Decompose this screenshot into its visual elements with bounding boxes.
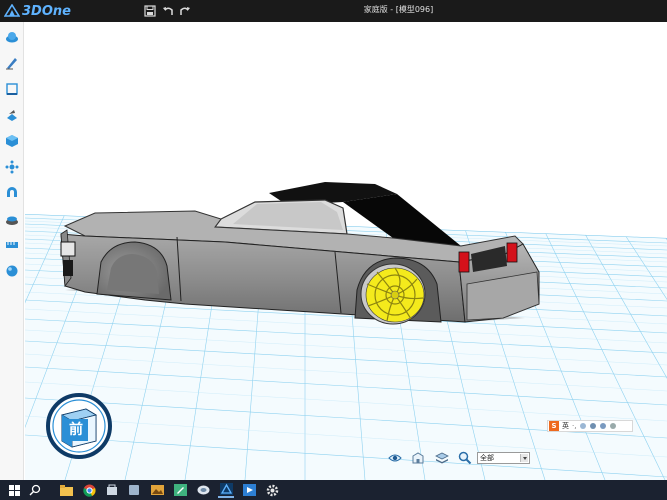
start-button[interactable] [6,482,22,498]
view-home-button[interactable] [410,450,426,466]
layers-icon [435,452,449,464]
media-icon [242,484,256,496]
render-mode-button[interactable] [434,450,450,466]
special-features-icon [7,110,17,121]
basic-shape-button[interactable] [3,28,21,46]
windows-taskbar [0,480,667,500]
ime-emoji-icon[interactable] [580,423,587,429]
sketch-button[interactable] [3,54,21,72]
color-icon [6,265,18,277]
taskbar-file-explorer[interactable] [58,482,74,498]
sketch-edit-button[interactable] [3,80,21,98]
eye-icon [388,454,402,462]
ime-punct-icon[interactable]: ·, [572,422,576,430]
rear-wheel [360,263,426,325]
right-taillight [506,242,518,263]
3done-taskbar-icon [219,483,233,495]
combine-button[interactable] [3,184,21,202]
sketch-icon [6,58,17,70]
sketch-edit-icon [6,83,18,95]
filter-select[interactable]: 全部 [477,452,530,464]
ime-toolbar[interactable]: S 英 ·, [547,420,633,432]
3d-viewport[interactable] [25,22,667,480]
measure-icon [6,242,18,248]
chevron-down-icon[interactable] [520,454,528,462]
taskbar-media[interactable] [241,482,257,498]
home-view-icon [412,452,424,464]
ime-voice-icon[interactable] [590,423,597,429]
pen-app-icon [173,484,187,496]
left-toolbar [0,22,24,480]
view-display-button[interactable] [387,450,403,466]
auto-snap-icon [5,160,19,174]
view-cube-label: 前 [64,419,88,441]
zoom-button[interactable] [457,450,473,466]
special-features-button[interactable] [3,106,21,124]
magnifier-icon [458,451,472,465]
file-explorer-icon [59,484,73,496]
taskbar-pen-app[interactable] [172,482,188,498]
taskbar-3done[interactable] [218,482,234,498]
material-render-button[interactable] [3,210,21,228]
auto-snap-button[interactable] [3,158,21,176]
basic-edit-icon [6,135,18,147]
basic-shape-icon [6,32,18,43]
title-bar: 3DOne 家庭版 - [模型096] [0,0,667,22]
app-window: 3DOne 家庭版 - [模型096] 前 S 英 ·, 全部 [0,0,667,500]
settings-icon [266,484,278,496]
app-icon [129,485,139,495]
taskbar-messaging[interactable] [195,482,211,498]
ime-language[interactable]: 英 [562,421,569,431]
left-taillight [458,251,470,273]
messaging-icon [197,485,209,495]
ime-brand: S [549,421,559,431]
ime-skin-icon[interactable] [600,423,607,429]
store-icon [107,484,117,495]
color-button[interactable] [3,262,21,280]
search-icon [29,484,41,496]
material-render-icon [6,216,18,225]
chrome-icon [82,484,96,497]
view-cube[interactable]: 前 [46,393,112,459]
scene [25,182,667,480]
taskbar-app[interactable] [126,482,142,498]
measure-button[interactable] [3,236,21,254]
document-title: 家庭版 - [模型096] [363,5,434,14]
filter-select-value: 全部 [480,454,494,462]
taskbar-search-button[interactable] [27,482,43,498]
image-viewer-icon [150,485,164,495]
taskbar-chrome[interactable] [81,482,97,498]
taskbar-store[interactable] [104,482,120,498]
taskbar-settings[interactable] [264,482,280,498]
windows-start-icon [8,484,20,496]
basic-edit-button[interactable] [3,132,21,150]
taskbar-image-viewer[interactable] [149,482,165,498]
combine-icon [7,187,17,197]
ime-tools-icon[interactable] [610,423,617,429]
